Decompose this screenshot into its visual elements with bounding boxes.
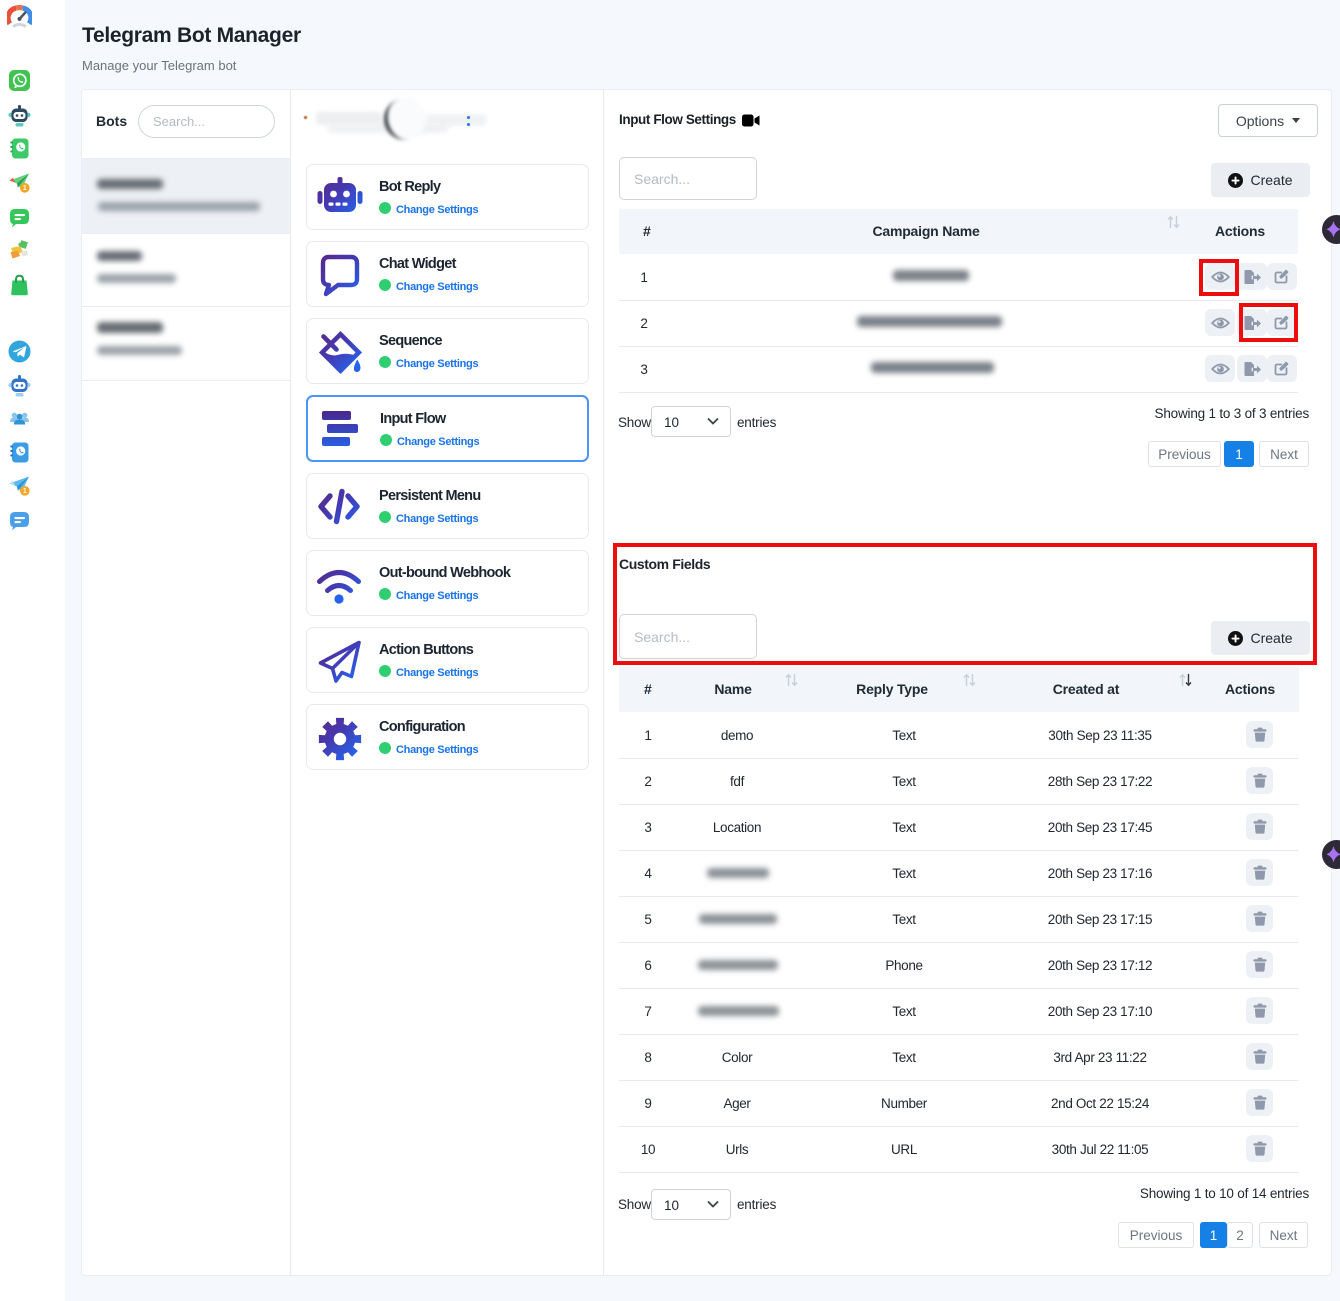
svg-text:1: 1 xyxy=(23,185,27,192)
svg-text:1: 1 xyxy=(23,488,27,495)
